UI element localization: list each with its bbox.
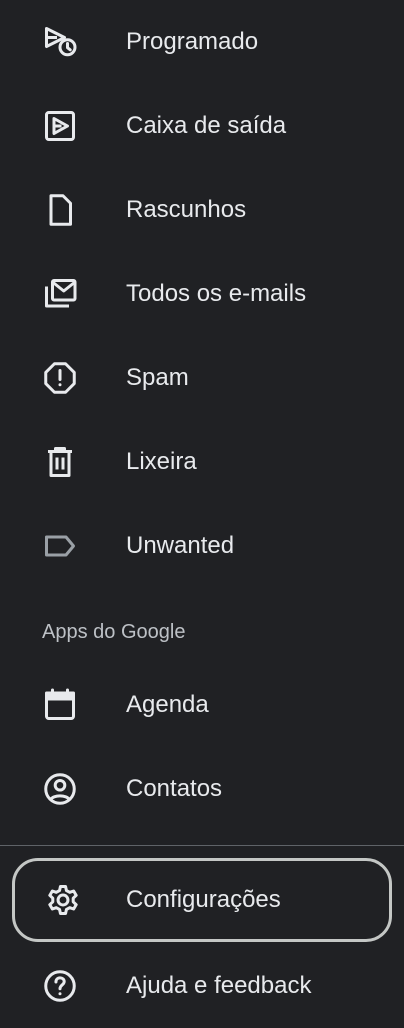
divider [0, 845, 404, 846]
contacts-icon [42, 771, 78, 807]
nav-item-label: Contatos [126, 775, 223, 802]
nav-item-label: Lixeira [126, 448, 197, 475]
nav-item-label: Todos os e-mails [126, 280, 307, 307]
nav-item-label: Agenda [126, 691, 209, 718]
nav-item-calendar[interactable]: Agenda [0, 663, 404, 747]
settings-icon [45, 882, 81, 918]
nav-item-label: Configurações [126, 886, 281, 913]
calendar-icon [42, 687, 78, 723]
help-icon [42, 968, 78, 1004]
google-apps-header: Apps do Google [42, 621, 186, 643]
nav-item-label: Spam [126, 364, 189, 391]
nav-item-spam[interactable]: Spam [0, 336, 404, 420]
nav-item-unwanted[interactable]: Unwanted [0, 504, 404, 588]
nav-item-trash[interactable]: Lixeira [0, 420, 404, 504]
spam-icon [42, 360, 78, 396]
nav-item-drafts[interactable]: Rascunhos [0, 168, 404, 252]
scheduled-icon [42, 24, 78, 60]
nav-item-outbox[interactable]: Caixa de saída [0, 84, 404, 168]
nav-item-label: Caixa de saída [126, 112, 287, 139]
nav-item-contacts[interactable]: Contatos [0, 747, 404, 831]
outbox-icon [42, 108, 78, 144]
nav-item-label: Programado [126, 28, 259, 55]
nav-item-label: Rascunhos [126, 196, 247, 223]
nav-item-settings[interactable]: Configurações [12, 858, 392, 942]
draft-icon [42, 192, 78, 228]
nav-item-all-mail[interactable]: Todos os e-mails [0, 252, 404, 336]
navigation-drawer: Programado Caixa de saída Rascunhos Todo… [0, 0, 404, 1027]
trash-icon [42, 444, 78, 480]
all-mail-icon [42, 276, 78, 312]
nav-item-label: Ajuda e feedback [126, 972, 312, 999]
nav-item-scheduled[interactable]: Programado [0, 0, 404, 84]
label-icon [42, 528, 78, 564]
nav-item-label: Unwanted [126, 532, 235, 559]
nav-item-help[interactable]: Ajuda e feedback [0, 944, 404, 1028]
